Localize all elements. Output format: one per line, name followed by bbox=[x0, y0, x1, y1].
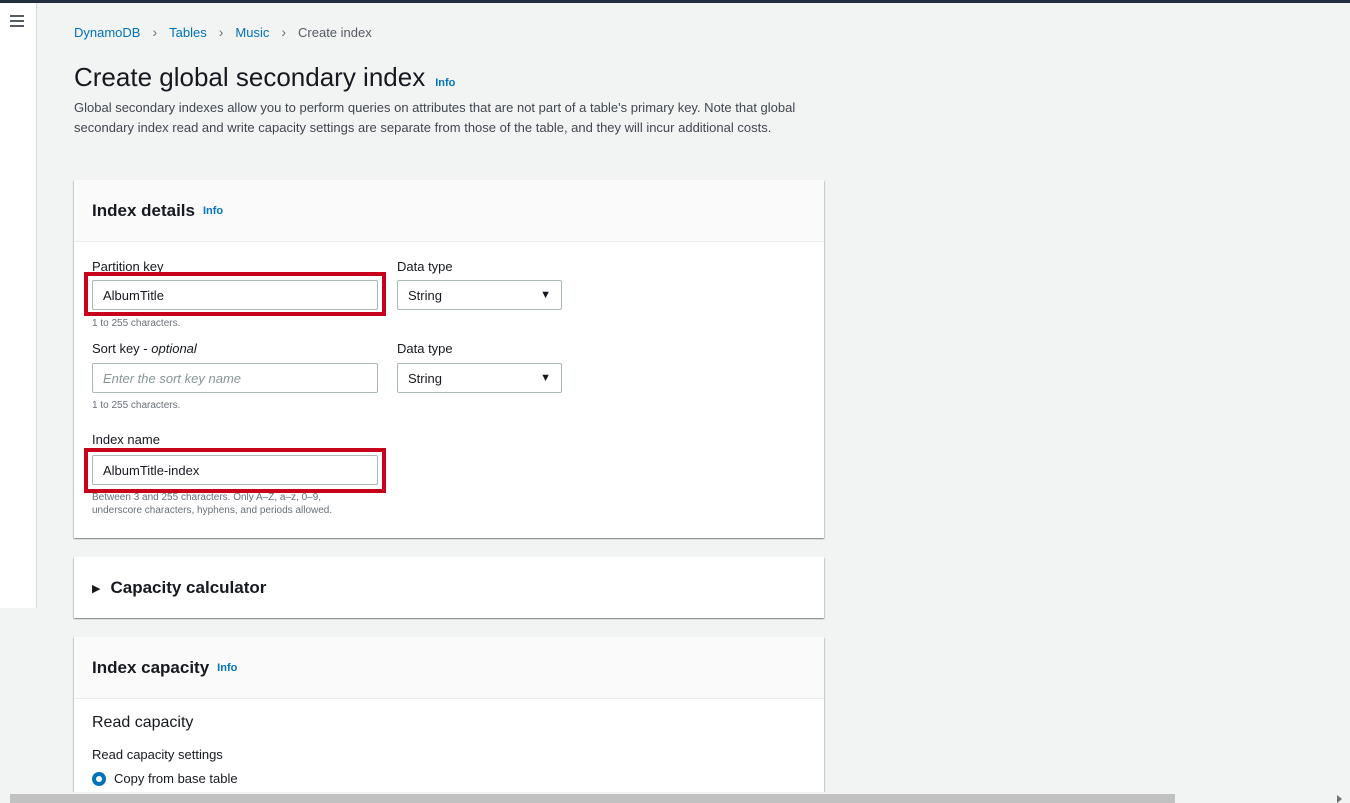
side-nav-rail bbox=[0, 3, 37, 608]
horizontal-scrollbar[interactable] bbox=[0, 792, 1350, 803]
triangle-right-icon: ▶ bbox=[92, 582, 101, 595]
sort-key-label: Sort key - optional bbox=[92, 341, 197, 356]
partition-key-hint: 1 to 255 characters. bbox=[92, 318, 181, 329]
index-name-hint-line2: underscore characters, hyphens, and peri… bbox=[92, 505, 333, 516]
index-details-header: Index details Info bbox=[74, 180, 824, 242]
partition-key-type-label: Data type bbox=[397, 259, 453, 274]
index-details-heading: Index details bbox=[92, 200, 195, 220]
radio-selected-icon bbox=[92, 771, 106, 786]
page-description: Global secondary indexes allow you to pe… bbox=[74, 100, 796, 135]
index-capacity-info-link[interactable]: Info bbox=[217, 662, 237, 674]
breadcrumb-separator-icon: › bbox=[281, 24, 287, 40]
index-name-hint: Between 3 and 255 characters. Only A–Z, … bbox=[92, 491, 332, 517]
breadcrumb-tables[interactable]: Tables bbox=[169, 25, 207, 40]
caret-down-icon: ▼ bbox=[540, 289, 551, 301]
sort-key-type-label: Data type bbox=[397, 341, 453, 356]
sort-key-hint: 1 to 255 characters. bbox=[92, 400, 181, 411]
index-details-info-link[interactable]: Info bbox=[203, 205, 223, 217]
capacity-calculator-panel: ▶ Capacity calculator bbox=[74, 557, 824, 618]
sort-key-input[interactable] bbox=[92, 363, 378, 393]
sort-key-label-text: Sort key - bbox=[92, 341, 152, 356]
sort-key-type-value: String bbox=[408, 370, 442, 386]
capacity-calculator-heading: Capacity calculator bbox=[110, 578, 267, 597]
breadcrumb-separator-icon: › bbox=[218, 24, 224, 40]
index-name-input[interactable] bbox=[92, 455, 378, 485]
top-bar bbox=[0, 0, 1350, 3]
index-name-hint-line1: Between 3 and 255 characters. Only A–Z, … bbox=[92, 492, 322, 503]
radio-copy-from-base-table[interactable]: Copy from base table bbox=[92, 771, 238, 786]
capacity-calculator-toggle[interactable]: ▶ Capacity calculator bbox=[74, 557, 824, 619]
breadcrumb: DynamoDB › Tables › Music › Create index bbox=[74, 24, 372, 40]
caret-down-icon: ▼ bbox=[540, 372, 551, 384]
partition-key-type-value: String bbox=[408, 287, 442, 303]
breadcrumb-dynamodb[interactable]: DynamoDB bbox=[74, 25, 140, 40]
index-capacity-header: Index capacity Info bbox=[74, 637, 824, 699]
read-capacity-heading: Read capacity bbox=[92, 714, 194, 731]
sort-key-type-select[interactable]: String ▼ bbox=[397, 363, 562, 393]
index-name-label: Index name bbox=[92, 432, 160, 447]
hamburger-icon[interactable] bbox=[10, 15, 24, 27]
page-title-row: Create global secondary index Info bbox=[74, 62, 455, 93]
scroll-right-arrow-icon[interactable] bbox=[1337, 795, 1342, 803]
page-title: Create global secondary index bbox=[74, 62, 426, 92]
breadcrumb-current: Create index bbox=[298, 24, 372, 40]
index-capacity-heading: Index capacity bbox=[92, 657, 210, 677]
sort-key-optional-text: optional bbox=[151, 341, 197, 356]
partition-key-input[interactable] bbox=[92, 280, 378, 310]
partition-key-type-select[interactable]: String ▼ bbox=[397, 280, 562, 310]
partition-key-label: Partition key bbox=[92, 259, 164, 274]
radio-copy-from-base-table-label: Copy from base table bbox=[114, 771, 238, 786]
read-capacity-settings-label: Read capacity settings bbox=[92, 747, 223, 762]
index-details-panel: Index details Info Partition key 1 to 25… bbox=[74, 180, 824, 538]
breadcrumb-music[interactable]: Music bbox=[235, 25, 269, 40]
index-capacity-panel: Index capacity Info Read capacity Read c… bbox=[74, 637, 824, 792]
breadcrumb-separator-icon: › bbox=[152, 24, 158, 40]
horizontal-scrollbar-thumb[interactable] bbox=[10, 794, 1175, 803]
page-info-link[interactable]: Info bbox=[435, 77, 455, 89]
